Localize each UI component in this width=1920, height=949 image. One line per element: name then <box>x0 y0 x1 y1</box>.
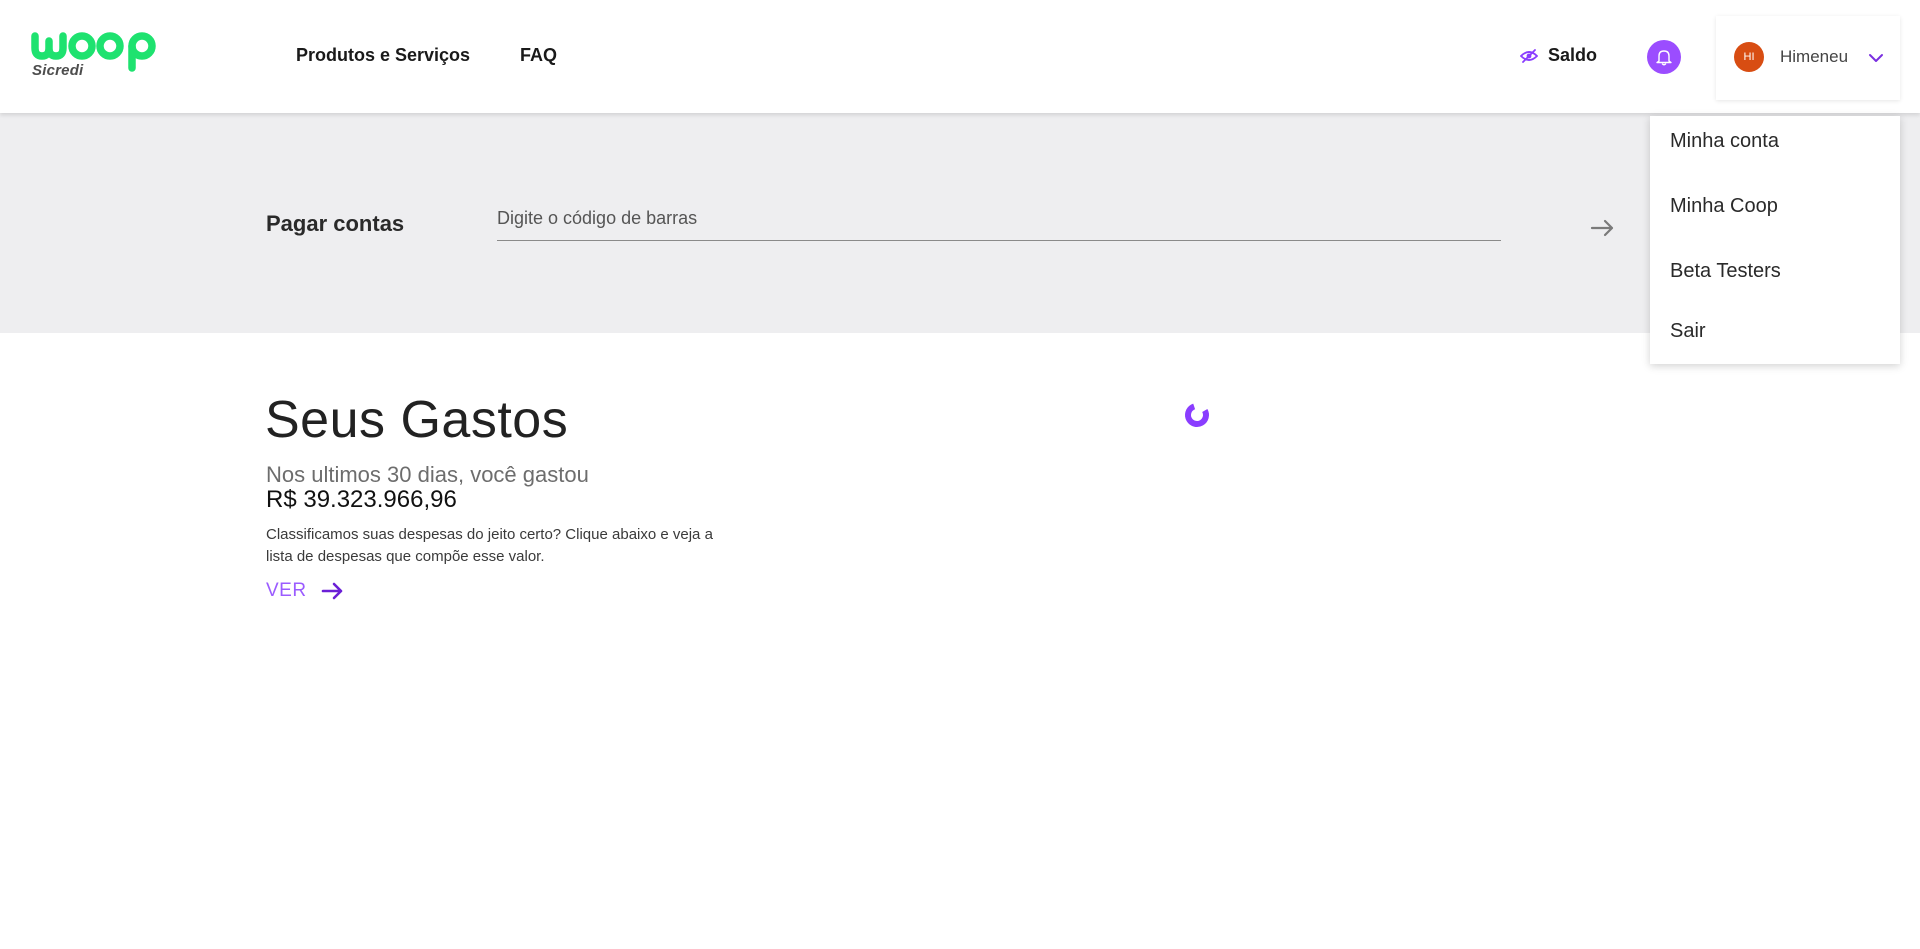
user-dropdown-menu: Minha conta Minha Coop Beta Testers Sair <box>1650 116 1900 364</box>
menu-item-minha-conta[interactable]: Minha conta <box>1670 130 1779 153</box>
ver-label: VER <box>266 580 307 601</box>
bell-icon <box>1656 50 1672 66</box>
spending-lead-text: Nos ultimos 30 dias, você gastou <box>266 462 589 487</box>
barcode-input[interactable] <box>497 203 1501 241</box>
spending-title: Seus Gastos <box>265 391 569 449</box>
saldo-toggle[interactable]: Saldo <box>1520 45 1597 66</box>
arrow-right-icon <box>321 582 342 600</box>
spending-amount: R$ 39.323.966,96 <box>266 486 457 513</box>
spending-description: Classificamos suas despesas do jeito cer… <box>266 526 713 565</box>
user-name: Himeneu <box>1780 47 1849 66</box>
nav-faq[interactable]: FAQ <box>520 45 557 66</box>
eye-slash-icon <box>1520 48 1538 63</box>
saldo-label: Saldo <box>1548 45 1598 65</box>
spinner-icon <box>1185 403 1209 427</box>
top-header: Sicredi Produtos e Serviços FAQ Saldo HI… <box>0 0 1920 113</box>
pay-bills-section: Pagar contas <box>0 113 1920 333</box>
woop-sicredi-logo[interactable]: Sicredi <box>30 28 170 84</box>
avatar: HI <box>1734 42 1764 72</box>
nav-produtos-servicos[interactable]: Produtos e Serviços <box>296 45 470 66</box>
menu-item-minha-coop[interactable]: Minha Coop <box>1670 195 1778 218</box>
menu-item-sair[interactable]: Sair <box>1670 320 1706 343</box>
arrow-right-icon[interactable] <box>1590 219 1616 237</box>
pay-bills-title: Pagar contas <box>266 211 405 236</box>
menu-item-beta-testers[interactable]: Beta Testers <box>1670 260 1781 283</box>
chevron-down-icon <box>1869 54 1883 62</box>
logo-subtitle: Sicredi <box>32 62 84 79</box>
user-menu-toggle[interactable]: HI Himeneu <box>1716 16 1900 100</box>
notifications-button[interactable] <box>1647 40 1681 74</box>
ver-expenses-link[interactable]: VER <box>266 580 345 602</box>
